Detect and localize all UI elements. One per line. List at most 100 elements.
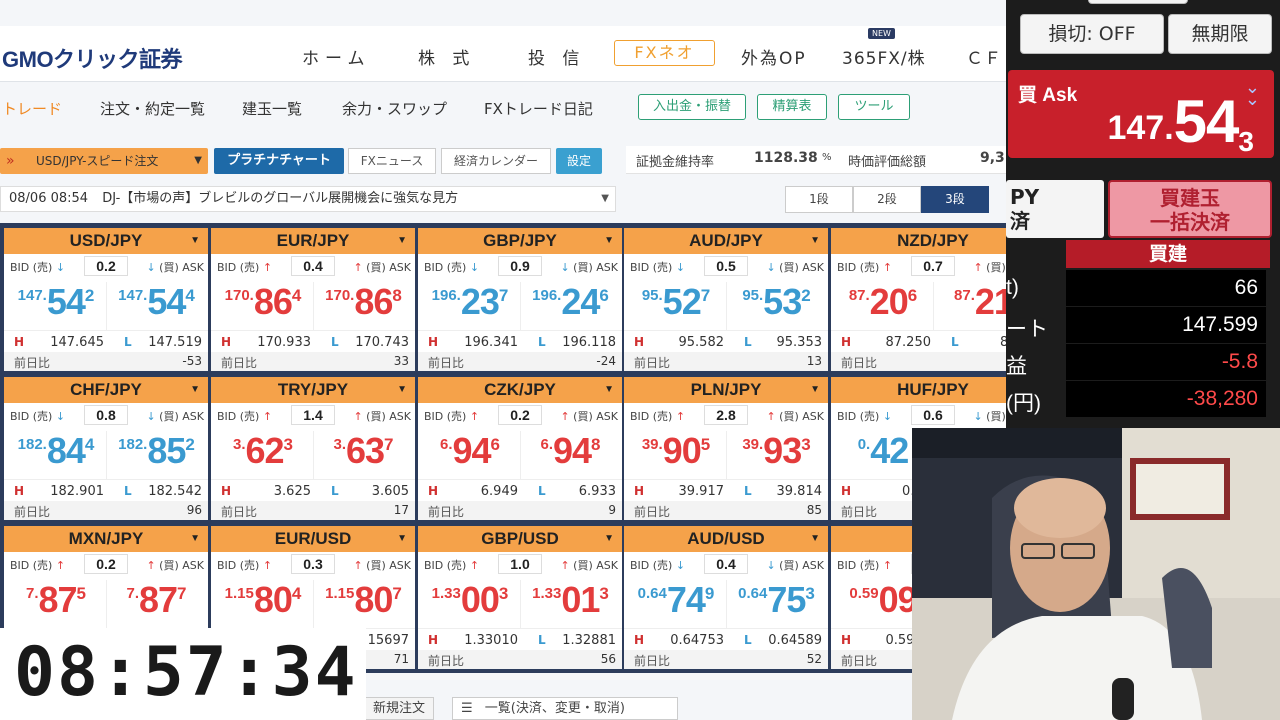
pair-header[interactable]: NZD/JPY▼ xyxy=(831,228,1006,254)
subnav-swap[interactable]: 余力・スワップ xyxy=(342,98,447,119)
pair-header[interactable]: EUR/USD ▼ xyxy=(211,526,415,552)
ask-price-button[interactable]: 6.948 xyxy=(520,431,620,479)
subnav-positions[interactable]: 建玉一覧 xyxy=(242,98,302,119)
speed-order-dropdown[interactable]: » USD/JPY-スピード注文 ▼ xyxy=(0,148,208,174)
subnav-trade[interactable]: トレード xyxy=(2,98,62,119)
layout-1-row[interactable]: 1段 xyxy=(785,186,853,213)
rate-tile[interactable]: EUR/JPY ▼ BID (売) ↑ 0.4 ↑ (買) ASK 170.864 170.… xyxy=(211,228,415,371)
nav-cfd[interactable]: ＣＦ xyxy=(966,44,1002,69)
close-all-buy-button[interactable]: 買建玉 一括決済 xyxy=(1108,180,1272,238)
rate-tile[interactable]: CZK/JPY ▼ BID (売) ↑ 0.2 ↑ (買) ASK 6.946 6.948 H… xyxy=(418,377,622,520)
bid-price-button[interactable]: 1.15804 xyxy=(213,580,313,628)
rate-tile[interactable]: GBP/JPY ▼ BID (売) ↓ 0.9 ↓ (買) ASK 196.237 196.… xyxy=(418,228,622,371)
pair-header[interactable]: GBP/USD ▼ xyxy=(418,526,622,552)
tools-button[interactable]: ツール xyxy=(838,94,910,120)
bid-price-button[interactable]: 147.542 xyxy=(6,282,106,330)
ask-price-button[interactable]: 39.933 xyxy=(726,431,826,479)
ask-price-button[interactable]: 87.21 xyxy=(933,282,1006,330)
ask-price-button[interactable]: 95.532 xyxy=(726,282,826,330)
panel-top-button[interactable] xyxy=(1088,0,1188,4)
bid-price-button[interactable]: 182.844 xyxy=(6,431,106,479)
nav-home[interactable]: ホーム xyxy=(302,44,371,69)
rate-tile[interactable]: NZD/JPY▼BID (売) ↑0.7↑ (買) ASK87.20687.21… xyxy=(831,228,1006,371)
bid-price-button[interactable]: 1.33003 xyxy=(420,580,520,628)
pair-header[interactable]: TRY/JPY ▼ xyxy=(211,377,415,403)
brand-logo[interactable]: GMOクリック証券 xyxy=(2,42,183,74)
chevron-down-icon[interactable]: ▼ xyxy=(604,228,614,254)
tab-new-order[interactable]: 新規注文 xyxy=(364,697,435,720)
layout-3-rows[interactable]: 3段 xyxy=(921,186,989,213)
subnav-orders[interactable]: 注文・約定一覧 xyxy=(100,98,205,119)
chevron-down-icon[interactable]: ▼ xyxy=(810,377,820,403)
rate-tile[interactable]: AUD/JPY ▼ BID (売) ↓ 0.5 ↓ (買) ASK 95.527 95.53… xyxy=(624,228,828,371)
pair-header[interactable]: CZK/JPY ▼ xyxy=(418,377,622,403)
nav-fund[interactable]: 投 信 xyxy=(528,44,585,69)
rate-tile[interactable]: PLN/JPY ▼ BID (売) ↑ 2.8 ↑ (買) ASK 39.905 39.93… xyxy=(624,377,828,520)
pair-header[interactable]: GBP/JPY ▼ xyxy=(418,228,622,254)
bid-price-button[interactable]: 3.623 xyxy=(213,431,313,479)
chevron-down-icon[interactable]: ▼ xyxy=(397,377,407,403)
chevron-down-icon[interactable]: ▼ xyxy=(190,228,200,254)
bid-price-button[interactable]: 7.875 xyxy=(6,580,106,628)
ask-price-button[interactable]: 182.852 xyxy=(106,431,206,479)
ask-price-button[interactable]: 1.33013 xyxy=(520,580,620,628)
pair-header[interactable]: USD/JPY ▼ xyxy=(4,228,208,254)
rate-tile[interactable]: GBP/USD ▼ BID (売) ↑ 1.0 ↑ (買) ASK 1.33003 1.33… xyxy=(418,526,622,669)
ask-price-button[interactable]: 170.868 xyxy=(313,282,413,330)
chevron-down-icon[interactable]: ▼ xyxy=(397,228,407,254)
nav-fx-neo[interactable]: FXネオ xyxy=(614,40,715,66)
chevron-down-icon[interactable]: ▼ xyxy=(190,377,200,403)
economic-calendar-button[interactable]: 経済カレンダー xyxy=(441,148,551,174)
ask-price-button[interactable]: 0.64753 xyxy=(726,580,826,628)
subnav-diary[interactable]: FXトレード日記 xyxy=(484,98,593,119)
ask-price-prefix: 1.33 xyxy=(532,585,562,602)
rate-tile[interactable]: USD/JPY ▼ BID (売) ↓ 0.2 ↓ (買) ASK 147.542 147.… xyxy=(4,228,208,371)
expiry-select[interactable]: 無期限 xyxy=(1168,14,1272,54)
pair-header[interactable]: PLN/JPY ▼ xyxy=(624,377,828,403)
pair-header[interactable]: AUD/JPY ▼ xyxy=(624,228,828,254)
stoploss-toggle[interactable]: 損切: OFF xyxy=(1020,14,1164,54)
rate-tile[interactable]: AUD/USD ▼ BID (売) ↓ 0.4 ↓ (買) ASK 0.64749 0.64… xyxy=(624,526,828,669)
bid-price-button[interactable]: 95.527 xyxy=(626,282,726,330)
pair-header[interactable]: HUF/JPY▼ xyxy=(831,377,1006,403)
chevron-down-icon[interactable]: ▼ xyxy=(601,187,609,211)
chevron-down-icon[interactable]: ▼ xyxy=(190,526,200,552)
bid-price-button[interactable]: 0.64749 xyxy=(626,580,726,628)
chevron-down-icon[interactable]: ▼ xyxy=(604,377,614,403)
pair-header[interactable]: CHF/JPY ▼ xyxy=(4,377,208,403)
close-all-left-button[interactable]: PY 済 xyxy=(1006,180,1104,238)
ask-price-button[interactable]: 1.15807 xyxy=(313,580,413,628)
nav-option[interactable]: 外為OP xyxy=(741,44,807,69)
deposit-button[interactable]: 入出金・振替 xyxy=(638,94,746,120)
platinum-chart-button[interactable]: プラチナチャート xyxy=(214,148,344,174)
settings-button[interactable]: 設定 xyxy=(556,148,602,174)
chevron-down-icon[interactable]: ▼ xyxy=(604,526,614,552)
settlement-button[interactable]: 精算表 xyxy=(757,94,827,120)
rate-tile[interactable]: TRY/JPY ▼ BID (売) ↑ 1.4 ↑ (買) ASK 3.623 3.637 H… xyxy=(211,377,415,520)
bid-price-button[interactable]: 196.237 xyxy=(420,282,520,330)
tab-order-list[interactable]: ☰ 一覧(決済、変更・取消) xyxy=(452,697,678,720)
ask-price-button[interactable]: 147.544 xyxy=(106,282,206,330)
pair-header[interactable]: AUD/USD ▼ xyxy=(624,526,828,552)
buy-ask-button[interactable]: 買 Ask ⌄ ⌄ 147.543 xyxy=(1008,70,1274,158)
chevron-down-icon[interactable]: ▼ xyxy=(397,526,407,552)
sell-label: (売) xyxy=(859,261,880,274)
nav-stock[interactable]: 株 式 xyxy=(418,44,475,69)
ask-price-button[interactable]: 7.877 xyxy=(106,580,206,628)
bid-price-button[interactable]: 87.206 xyxy=(833,282,933,330)
rate-tile[interactable]: CHF/JPY ▼ BID (売) ↓ 0.8 ↓ (買) ASK 182.844 182.… xyxy=(4,377,208,520)
bid-price-button[interactable]: 6.946 xyxy=(420,431,520,479)
ask-price-main: 85 xyxy=(147,430,186,471)
chevron-down-icon[interactable]: ▼ xyxy=(810,526,820,552)
layout-2-rows[interactable]: 2段 xyxy=(853,186,921,213)
pair-header[interactable]: MXN/JPY ▼ xyxy=(4,526,208,552)
fx-news-button[interactable]: FXニュース xyxy=(348,148,436,174)
ask-price-button[interactable]: 196.246 xyxy=(520,282,620,330)
bid-price-button[interactable]: 170.864 xyxy=(213,282,313,330)
bid-price-button[interactable]: 39.905 xyxy=(626,431,726,479)
pair-header[interactable]: EUR/JPY ▼ xyxy=(211,228,415,254)
news-ticker[interactable]: 08/06 08:54 DJ-【市場の声】ブレビルのグローバル展開機会に強気な見… xyxy=(0,186,616,212)
nav-365fx[interactable]: 365FX/株 xyxy=(842,44,926,69)
ask-price-button[interactable]: 3.637 xyxy=(313,431,413,479)
chevron-down-icon[interactable]: ▼ xyxy=(810,228,820,254)
